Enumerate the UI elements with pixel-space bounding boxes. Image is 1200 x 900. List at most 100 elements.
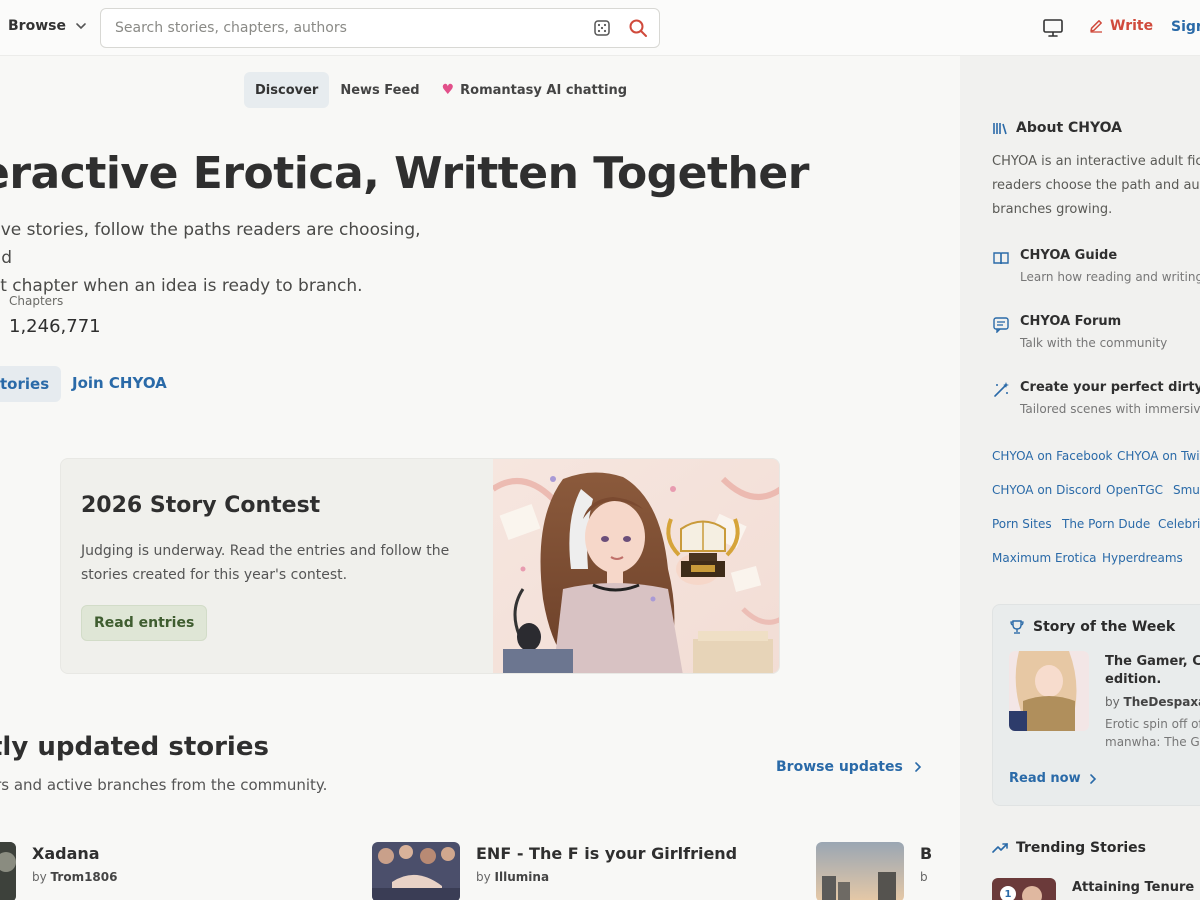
display-mode-icon[interactable] bbox=[1042, 18, 1064, 38]
hero-subtitle: ctive stories, follow the paths readers … bbox=[0, 216, 450, 300]
trending-rank-badge: 1 bbox=[1000, 886, 1016, 900]
recent-updates-title: tly updated stories bbox=[0, 732, 269, 762]
trending-heading: Trending Stories bbox=[992, 840, 1146, 856]
by-label: b bbox=[920, 870, 928, 884]
story-of-the-week-card: Story of the Week The Gamer, Chy edition… bbox=[992, 604, 1200, 806]
about-text-line: branches growing. bbox=[992, 202, 1113, 217]
about-title: About CHYOA bbox=[1016, 120, 1122, 136]
recent-updates-subtitle: ters and active branches from the commun… bbox=[0, 776, 328, 794]
author-name[interactable]: TheDespaxas bbox=[1124, 695, 1200, 709]
sidebar-item-subtitle: Talk with the community bbox=[1020, 336, 1168, 350]
sotw-title[interactable]: The Gamer, Chy edition. bbox=[1105, 653, 1200, 689]
sotw-heading-label: Story of the Week bbox=[1033, 619, 1176, 635]
browse-updates-link[interactable]: Browse updates bbox=[776, 759, 923, 775]
sotw-cover[interactable] bbox=[1009, 651, 1089, 731]
story-card[interactable]: Xadana by Trom1806 bbox=[0, 842, 340, 900]
link-porn-sites[interactable]: Porn Sites bbox=[992, 517, 1052, 531]
contest-banner: 2026 Story Contest Judging is underway. … bbox=[60, 458, 780, 674]
stat-label: Chapters bbox=[9, 294, 64, 308]
write-button[interactable]: Write bbox=[1088, 18, 1153, 34]
magic-wand-icon bbox=[994, 382, 1009, 397]
stat-value: 1,246,771 bbox=[9, 316, 101, 337]
tab-label: News Feed bbox=[340, 82, 420, 98]
tab-label: Romantasy AI chatting bbox=[460, 82, 627, 98]
chevron-right-icon bbox=[1089, 773, 1096, 784]
trending-up-icon bbox=[992, 843, 1008, 853]
link-discord[interactable]: CHYOA on Discord bbox=[992, 483, 1101, 497]
sidebar-item-title: CHYOA Guide bbox=[1020, 248, 1118, 263]
story-author: by Illumina bbox=[476, 870, 549, 884]
book-icon bbox=[993, 252, 1009, 265]
story-card[interactable]: ENF - The F is your Girlfriend by Illumi… bbox=[372, 842, 792, 900]
top-navigation-bar: Browse Write Sign bbox=[0, 0, 1200, 56]
chevron-right-icon bbox=[915, 762, 921, 772]
link-celebrity[interactable]: Celebrit bbox=[1158, 517, 1200, 531]
tab-label: Discover bbox=[255, 82, 319, 98]
about-text: CHYOA is an interactive adult ficti read… bbox=[992, 150, 1200, 222]
browse-updates-label: Browse updates bbox=[776, 759, 903, 775]
explore-stories-button[interactable]: tories bbox=[0, 366, 62, 402]
contest-title: 2026 Story Contest bbox=[81, 493, 321, 518]
contest-description: Judging is underway. Read the entries an… bbox=[81, 543, 450, 583]
search-input[interactable] bbox=[101, 9, 591, 47]
story-title[interactable]: ENF - The F is your Girlfriend bbox=[476, 844, 737, 863]
trophy-icon bbox=[1010, 620, 1024, 634]
story-thumbnail[interactable] bbox=[372, 842, 460, 900]
story-author: by Trom1806 bbox=[32, 870, 117, 884]
sotw-heading: Story of the Week bbox=[1009, 619, 1175, 635]
story-thumbnail[interactable] bbox=[816, 842, 904, 900]
tab-discover[interactable]: Discover bbox=[244, 72, 330, 108]
link-opentgc[interactable]: OpenTGC bbox=[1106, 483, 1163, 497]
tab-romantasy-ai[interactable]: ♥ Romantasy AI chatting bbox=[431, 72, 638, 108]
story-title[interactable]: B bbox=[920, 844, 932, 863]
read-entries-button[interactable]: Read entries bbox=[81, 605, 208, 641]
link-facebook[interactable]: CHYOA on Facebook bbox=[992, 449, 1112, 463]
hero-subtitle-line: ext chapter when an idea is ready to bra… bbox=[0, 276, 363, 296]
link-twitter[interactable]: CHYOA on Twitt bbox=[1117, 449, 1200, 463]
trending-heading-label: Trending Stories bbox=[1016, 840, 1146, 856]
join-chyoa-link[interactable]: Join CHYOA bbox=[72, 374, 167, 392]
trending-title[interactable]: Attaining Tenure bbox=[1072, 880, 1194, 895]
search-icon[interactable] bbox=[627, 17, 649, 39]
link-smut[interactable]: Smut bbox=[1173, 483, 1200, 497]
chevron-down-icon bbox=[76, 23, 86, 30]
search-bar bbox=[100, 8, 660, 48]
about-text-line: CHYOA is an interactive adult ficti bbox=[992, 154, 1200, 169]
browse-label: Browse bbox=[8, 18, 66, 34]
read-now-link[interactable]: Read now bbox=[1009, 771, 1097, 786]
by-label: by bbox=[1105, 695, 1120, 709]
by-label: by bbox=[32, 870, 47, 884]
hero-title: eractive Erotica, Written Together bbox=[0, 148, 809, 199]
browse-menu-button[interactable]: Browse bbox=[8, 18, 88, 34]
about-heading: About CHYOA bbox=[992, 120, 1122, 136]
author-name[interactable]: Trom1806 bbox=[51, 870, 118, 884]
sotw-author: by TheDespaxas bbox=[1105, 695, 1200, 709]
story-thumbnail[interactable] bbox=[0, 842, 16, 900]
sidebar-item-subtitle: Tailored scenes with immersive A bbox=[1020, 402, 1200, 416]
link-hyperdreams[interactable]: Hyperdreams bbox=[1102, 551, 1183, 565]
right-sidebar: About CHYOA CHYOA is an interactive adul… bbox=[960, 56, 1200, 900]
main-content: Discover News Feed ♥ Romantasy AI chattin… bbox=[0, 56, 960, 900]
sign-in-link[interactable]: Sign bbox=[1171, 19, 1200, 35]
sidebar-item-title: Create your perfect dirty AI s bbox=[1020, 380, 1200, 395]
library-icon bbox=[993, 123, 1007, 135]
by-label: by bbox=[476, 870, 491, 884]
contest-illustration bbox=[493, 459, 779, 673]
story-title[interactable]: Xadana bbox=[32, 844, 100, 863]
link-maximum-erotica[interactable]: Maximum Erotica bbox=[992, 551, 1097, 565]
sotw-description: Erotic spin off of manwha: The Ga bbox=[1105, 717, 1200, 749]
author-name[interactable]: Illumina bbox=[495, 870, 550, 884]
hero-subtitle-line: ctive stories, follow the paths readers … bbox=[0, 220, 421, 268]
forum-icon bbox=[993, 317, 1009, 333]
story-author: b bbox=[920, 870, 928, 884]
read-now-label: Read now bbox=[1009, 771, 1081, 786]
write-label: Write bbox=[1110, 18, 1154, 34]
feed-tabs: Discover News Feed ♥ Romantasy AI chattin… bbox=[244, 72, 638, 108]
random-dice-icon[interactable] bbox=[591, 17, 613, 39]
about-text-line: readers choose the path and auth bbox=[992, 178, 1200, 193]
tab-news-feed[interactable]: News Feed bbox=[329, 72, 430, 108]
story-card[interactable]: B b bbox=[816, 842, 960, 900]
heart-icon: ♥ bbox=[441, 82, 455, 98]
sidebar-item-title: CHYOA Forum bbox=[1020, 314, 1122, 329]
link-porn-dude[interactable]: The Porn Dude bbox=[1062, 517, 1150, 531]
